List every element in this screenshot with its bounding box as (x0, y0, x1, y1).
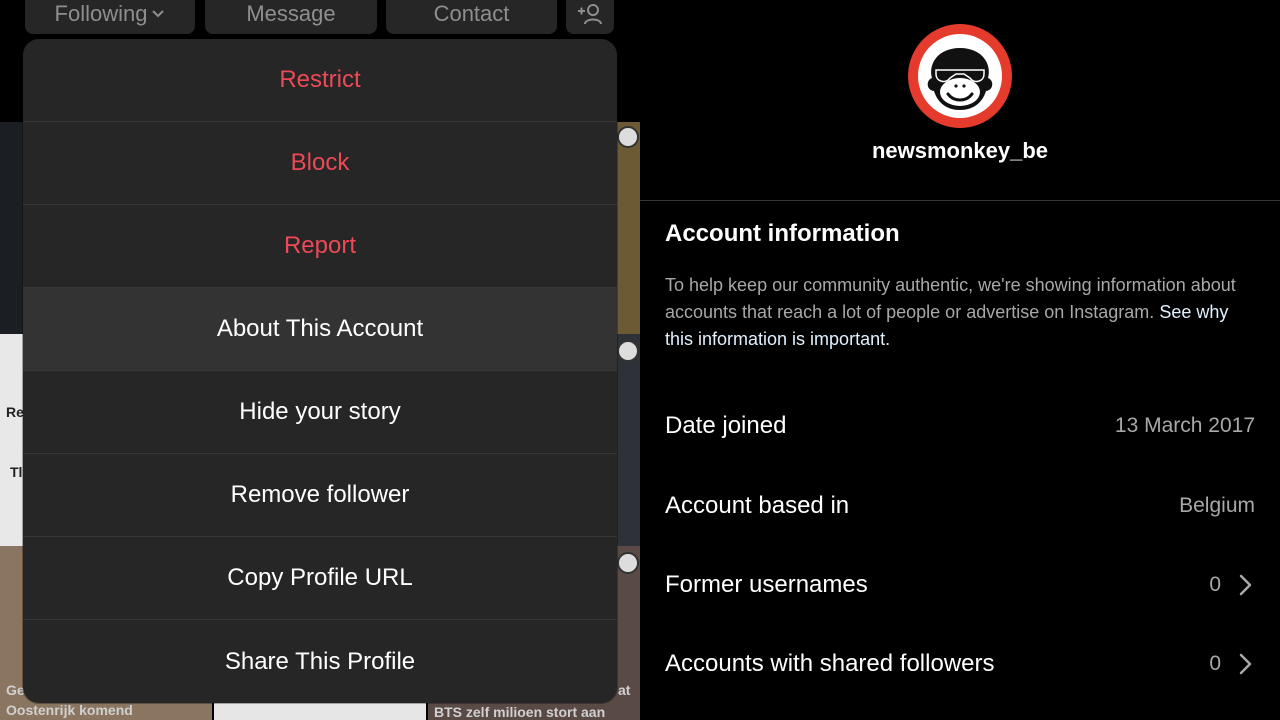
chevron-down-icon (152, 10, 165, 18)
account-information-panel: newsmonkey_be Account information To hel… (640, 0, 1280, 720)
menu-item-label: Report (283, 232, 357, 259)
avatar (908, 24, 1012, 128)
remove-follower-menu-item[interactable]: Remove follower (23, 454, 617, 537)
post-caption: at (618, 682, 631, 698)
account-information-description: To help keep our community authentic, we… (665, 272, 1255, 353)
chevron-right-icon (1239, 574, 1252, 596)
hide-your-story-menu-item[interactable]: Hide your story (23, 371, 617, 454)
add-person-icon (578, 4, 602, 25)
account-based-in-row: Account based in Belgium (665, 486, 1255, 526)
post-thumbnail[interactable] (616, 122, 640, 334)
description-text: To help keep our community authentic, we… (665, 275, 1236, 322)
post-snippet: Re (6, 404, 24, 420)
following-button[interactable]: Following (25, 0, 195, 34)
post-thumbnail[interactable] (616, 334, 640, 546)
former-usernames-row[interactable]: Former usernames 0 (665, 565, 1255, 605)
monkey-logo-icon (617, 126, 639, 148)
post-caption: Oostenrijk komend (6, 702, 133, 718)
monkey-logo-icon (617, 340, 639, 362)
row-value: Belgium (1179, 494, 1255, 517)
username: newsmonkey_be (871, 138, 1049, 163)
share-this-profile-menu-item[interactable]: Share This Profile (23, 620, 617, 703)
menu-item-label: Remove follower (230, 481, 410, 508)
row-value: 13 March 2017 (1114, 414, 1255, 437)
copy-profile-url-menu-item[interactable]: Copy Profile URL (23, 537, 617, 620)
shared-followers-row[interactable]: Accounts with shared followers 0 (665, 644, 1255, 684)
row-label: Accounts with shared followers (665, 650, 995, 677)
post-snippet: Tl (10, 464, 23, 480)
row-value: 0 (1209, 652, 1221, 675)
post-thumbnail[interactable]: Re Tl (0, 334, 24, 546)
divider (640, 200, 1280, 201)
row-label: Account based in (665, 492, 850, 519)
monkey-logo-icon (918, 34, 1002, 118)
menu-item-label: Restrict (279, 66, 361, 93)
monkey-logo-icon (617, 552, 639, 574)
add-person-button[interactable] (566, 0, 614, 34)
row-label: Date joined (665, 412, 787, 439)
menu-item-label: Hide your story (239, 398, 401, 425)
date-joined-row: Date joined 13 March 2017 (665, 406, 1255, 446)
post-snippet: Ge (6, 682, 25, 698)
chevron-right-icon (1239, 653, 1252, 675)
report-menu-item[interactable]: Report (23, 205, 617, 288)
post-caption: BTS zelf milioen stort aan (434, 704, 606, 720)
row-label: Former usernames (665, 571, 868, 598)
block-menu-item[interactable]: Block (23, 122, 617, 205)
about-this-account-menu-item[interactable]: About This Account (23, 288, 617, 371)
menu-item-label: About This Account (216, 315, 424, 342)
following-label: Following (54, 1, 148, 26)
account-information-title: Account information (665, 220, 900, 247)
row-value: 0 (1209, 573, 1221, 596)
contact-label: Contact (433, 1, 510, 26)
restrict-menu-item[interactable]: Restrict (23, 39, 617, 122)
options-menu-sheet: Restrict Block Report About This Account… (23, 39, 617, 703)
message-label: Message (246, 1, 336, 26)
menu-item-label: Block (290, 149, 350, 176)
contact-button[interactable]: Contact (386, 0, 557, 34)
menu-item-label: Copy Profile URL (227, 564, 413, 591)
message-button[interactable]: Message (205, 0, 377, 34)
profile-options-panel: Following Message Contact Re Tl Ge Ooste… (0, 0, 640, 720)
post-thumbnail[interactable] (0, 122, 24, 334)
menu-item-label: Share This Profile (224, 647, 416, 675)
